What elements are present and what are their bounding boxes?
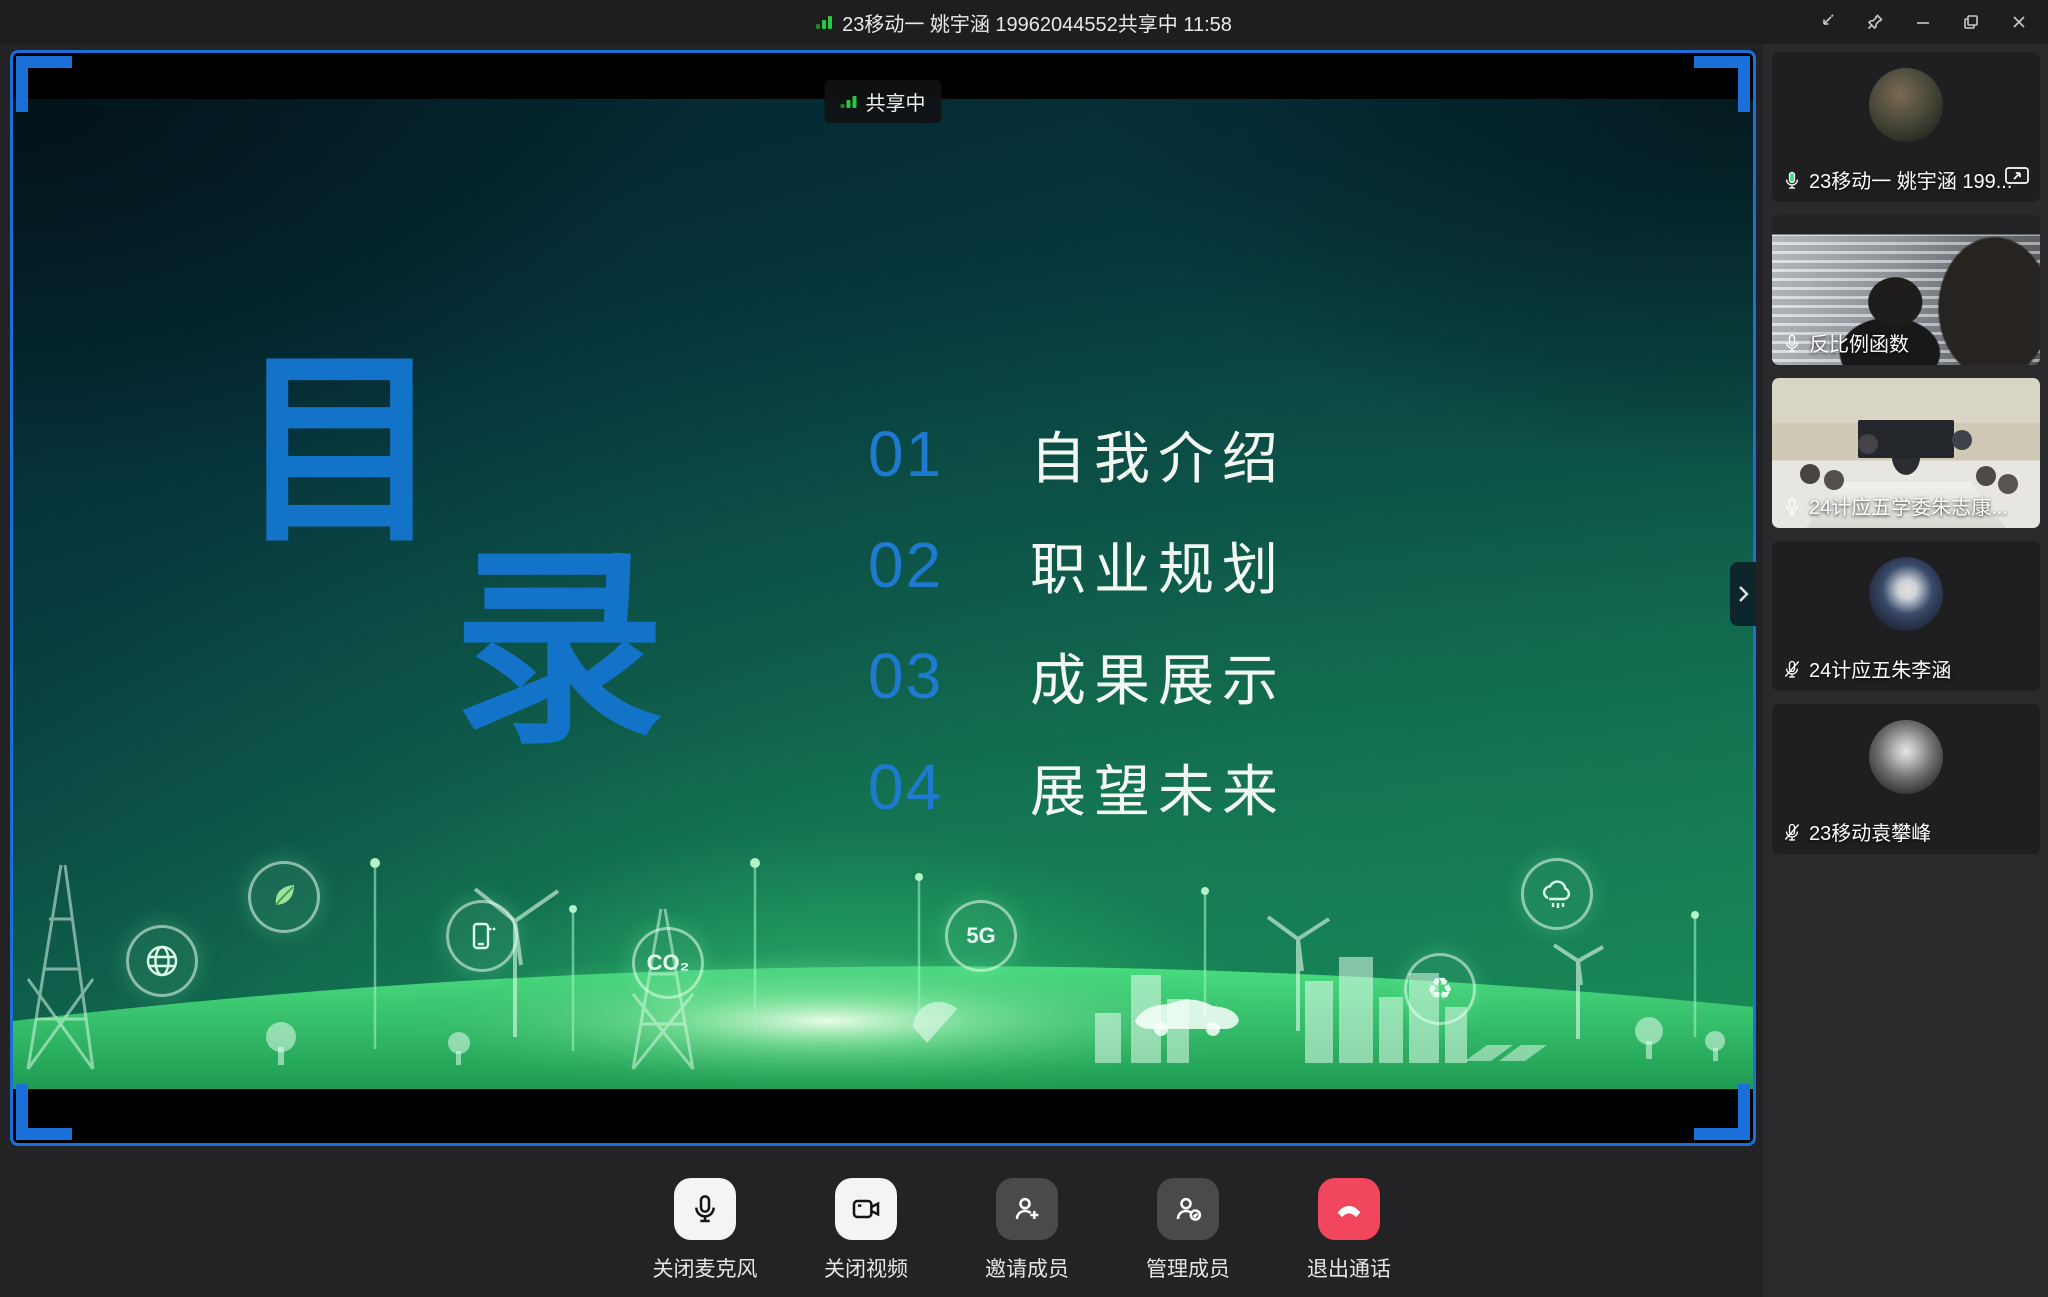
classroom-people <box>1800 464 1820 484</box>
pin-icon[interactable] <box>1854 0 1896 44</box>
sharing-badge-text: 共享中 <box>866 87 926 116</box>
toc-label: 成果展示 <box>1030 636 1286 717</box>
participant-name: 24计应五学委朱志康... <box>1809 491 2008 520</box>
share-corner-bracket <box>1694 56 1750 112</box>
slide-big-char-2: 录 <box>453 543 665 755</box>
participant-tile-zhuzhikang[interactable]: 24计应五学委朱志康... <box>1772 378 2040 528</box>
participant-name: 24计应五朱李涵 <box>1809 654 1951 683</box>
phone-hangup-icon <box>1332 1192 1366 1226</box>
mic-icon <box>689 1193 721 1225</box>
window-controls <box>1806 0 2040 44</box>
participant-name: 23移动一 姚宇涵 199... <box>1809 165 2012 194</box>
toc-number: 03 <box>868 639 968 713</box>
manage-members-button[interactable]: 管理成员 <box>1128 1178 1248 1283</box>
5g-icon: 5G <box>945 900 1017 972</box>
mic-on-icon <box>1782 333 1802 353</box>
window-title: 23移动一 姚宇涵 19962044552共享中 11:58 <box>816 8 1232 37</box>
toc-number: 02 <box>868 528 968 602</box>
participant-tile-fanbili[interactable]: 反比例函数 <box>1772 215 2040 365</box>
mute-mic-label: 关闭麦克风 <box>653 1253 758 1283</box>
avatar <box>1869 720 1943 794</box>
participant-tile-zhulihan[interactable]: 24计应五朱李涵 <box>1772 541 2040 691</box>
participant-name: 23移动袁攀峰 <box>1809 817 1931 846</box>
cloud-icon <box>1521 858 1593 930</box>
leaf-icon <box>248 861 320 933</box>
participant-name: 反比例函数 <box>1809 328 1909 357</box>
toc-item-1: 01 自我介绍 <box>868 412 1286 496</box>
signal-strength-icon <box>841 96 857 108</box>
avatar <box>1869 68 1943 142</box>
call-controls: 关闭麦克风 关闭视频 邀请成员 管理成员 <box>645 1178 1409 1283</box>
title-bar: 23移动一 姚宇涵 19962044552共享中 11:58 <box>0 0 2048 44</box>
recycle-icon: ♻ <box>1404 953 1476 1025</box>
share-corner-bracket <box>1694 1084 1750 1140</box>
sharing-status-badge: 共享中 <box>825 80 942 123</box>
person-manage-icon <box>1172 1193 1204 1225</box>
phone-icon <box>446 900 518 972</box>
person-plus-icon <box>1011 1193 1043 1225</box>
slide-big-char-1: 目 <box>237 347 443 553</box>
presentation-slide: 目 录 01 自我介绍 02 职业规划 03 成果展示 04 展望未来 <box>13 99 1753 1089</box>
screen-share-icon <box>2004 165 2030 192</box>
signal-strength-icon <box>816 16 832 29</box>
stop-video-button[interactable]: 关闭视频 <box>806 1178 926 1283</box>
mic-on-icon <box>1782 170 1802 190</box>
co2-icon: CO₂ <box>632 927 704 999</box>
toc-item-2: 02 职业规划 <box>868 523 1286 607</box>
mic-muted-icon <box>1782 822 1802 842</box>
leave-call-button[interactable]: 退出通话 <box>1289 1178 1409 1283</box>
sidebar-collapse-chevron[interactable] <box>1730 562 1756 626</box>
share-corner-bracket <box>16 1084 72 1140</box>
shared-screen-region: 目 录 01 自我介绍 02 职业规划 03 成果展示 04 展望未来 <box>10 50 1756 1146</box>
collapse-window-icon[interactable] <box>1806 0 1848 44</box>
participant-tile-yaoyuhan[interactable]: 23移动一 姚宇涵 199... <box>1772 52 2040 202</box>
mute-mic-button[interactable]: 关闭麦克风 <box>645 1178 765 1283</box>
invite-members-button[interactable]: 邀请成员 <box>967 1178 1087 1283</box>
stop-video-label: 关闭视频 <box>824 1253 908 1283</box>
leave-call-label: 退出通话 <box>1307 1253 1391 1283</box>
classroom-screen <box>1858 420 1954 458</box>
maximize-icon[interactable] <box>1950 0 1992 44</box>
share-corner-bracket <box>16 56 72 112</box>
invite-members-label: 邀请成员 <box>985 1253 1069 1283</box>
minimize-icon[interactable] <box>1902 0 1944 44</box>
camera-icon <box>850 1193 882 1225</box>
participant-tile-yuanpanfeng[interactable]: 23移动袁攀峰 <box>1772 704 2040 854</box>
toc-label: 自我介绍 <box>1030 414 1286 495</box>
close-icon[interactable] <box>1998 0 2040 44</box>
mic-on-icon <box>1782 496 1802 516</box>
manage-members-label: 管理成员 <box>1146 1253 1230 1283</box>
toc-item-3: 03 成果展示 <box>868 634 1286 718</box>
toc-number: 01 <box>868 417 968 491</box>
globe-icon <box>126 925 198 997</box>
avatar <box>1869 557 1943 631</box>
mic-muted-icon <box>1782 659 1802 679</box>
toc-label: 职业规划 <box>1030 525 1286 606</box>
window-title-text: 23移动一 姚宇涵 19962044552共享中 11:58 <box>842 8 1232 37</box>
